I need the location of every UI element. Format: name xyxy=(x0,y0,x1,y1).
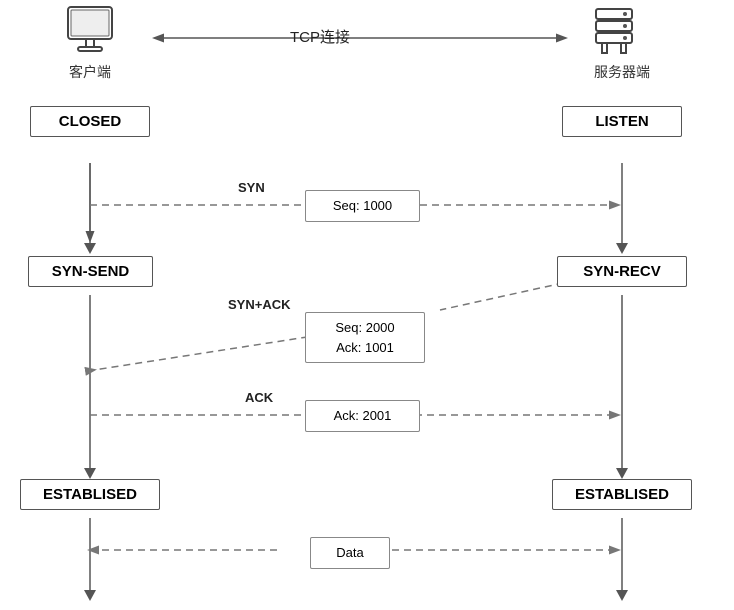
synack-label: SYN+ACK xyxy=(228,297,291,312)
synack-msg-box: Seq: 2000 Ack: 1001 xyxy=(305,312,425,363)
tcp-connection-label: TCP连接 xyxy=(290,26,350,47)
state-listen: LISTEN xyxy=(562,106,682,137)
state-syn-send: SYN-SEND xyxy=(28,256,153,287)
client-label: 客户端 xyxy=(55,62,125,82)
client-icon xyxy=(52,5,128,60)
ack-msg-box: Ack: 2001 xyxy=(305,400,420,432)
syn-msg-box: Seq: 1000 xyxy=(305,190,420,222)
ack-label: ACK xyxy=(245,390,273,405)
state-server-established: ESTABLISED xyxy=(552,479,692,510)
state-closed: CLOSED xyxy=(30,106,150,137)
server-label: 服务器端 xyxy=(577,62,667,82)
server-icon xyxy=(576,5,652,60)
syn-label: SYN xyxy=(238,180,265,195)
data-msg-box: Data xyxy=(310,537,390,569)
state-client-established: ESTABLISED xyxy=(20,479,160,510)
state-syn-recv: SYN-RECV xyxy=(557,256,687,287)
